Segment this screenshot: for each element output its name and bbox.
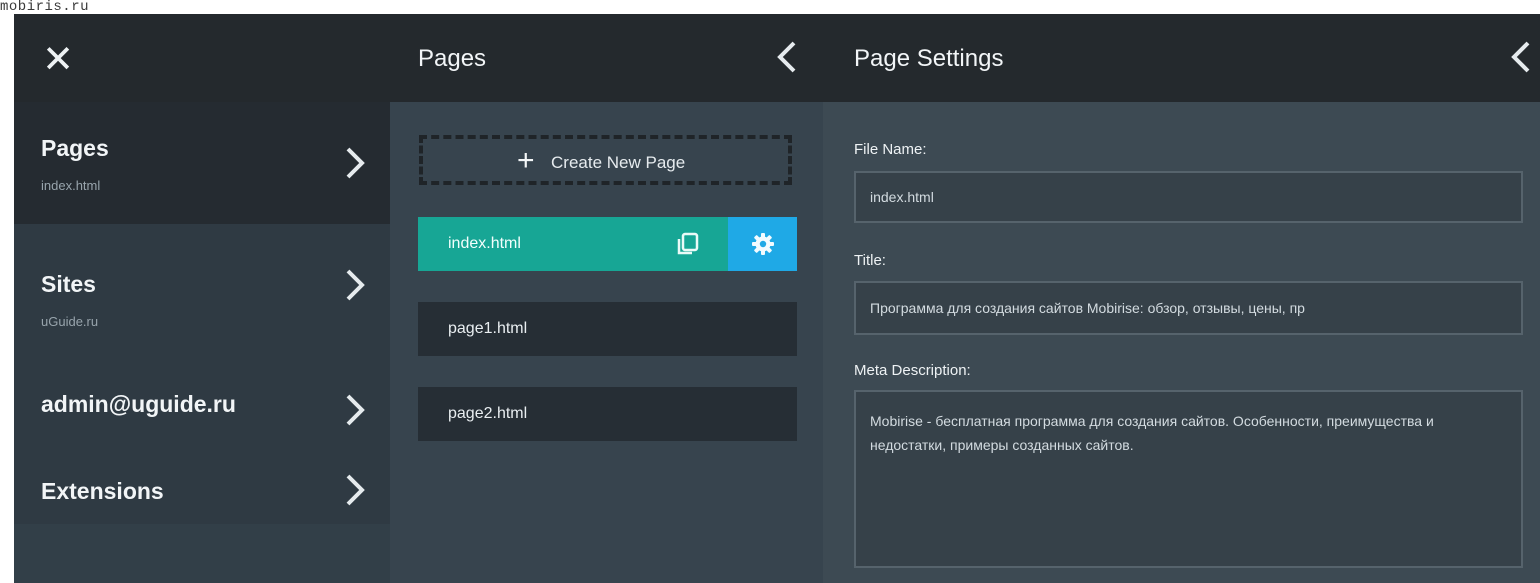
gear-icon (752, 233, 774, 255)
menu-item-sites[interactable]: Sites uGuide.ru (14, 224, 390, 346)
meta-description-field[interactable]: Mobirise - бесплатная программа для созд… (854, 390, 1523, 568)
file-name-label: File Name: (854, 141, 927, 158)
menu-item-subtitle: uGuide.ru (41, 314, 99, 329)
page-item-label: page2.html (448, 405, 528, 422)
chevron-left-icon[interactable] (776, 39, 798, 75)
chevron-left-icon[interactable] (1510, 39, 1532, 75)
menu-item-pages[interactable]: Pages index.html (14, 102, 390, 224)
menu-item-extensions[interactable]: Extensions (14, 456, 390, 524)
page-settings-title: Page Settings (854, 45, 1004, 72)
page-item-page1[interactable]: page1.html (418, 302, 797, 356)
mobirise-sidebar: ✕ Pages index.html Sites uGuide.ru admin… (14, 14, 1540, 583)
page-item-page2[interactable]: page2.html (418, 387, 797, 441)
menu-item-title: Pages (41, 135, 109, 161)
menu-item-title: Sites (41, 271, 96, 297)
menu-item-subtitle: index.html (41, 178, 101, 193)
chevron-right-icon (346, 394, 365, 426)
title-label: Title: (854, 252, 886, 269)
create-new-page-label: Create New Page (551, 153, 686, 172)
copy-icon[interactable] (674, 231, 700, 257)
page-item-label: index.html (448, 235, 521, 252)
menu-item-account[interactable]: admin@uguide.ru (14, 346, 390, 456)
title-field[interactable]: Программа для создания сайтов Mobirise: … (854, 281, 1523, 335)
pages-panel-header: Pages (390, 14, 823, 102)
menu-item-title: Extensions (41, 478, 164, 504)
menu-item-title: admin@uguide.ru (41, 391, 236, 417)
pages-panel-title: Pages (418, 45, 487, 72)
chevron-right-icon (346, 474, 365, 506)
close-icon[interactable]: ✕ (40, 41, 76, 79)
plus-icon: + (517, 144, 535, 177)
page-settings-panel: Page Settings File Name: index.html Titl… (823, 14, 1540, 583)
menu-header: ✕ (14, 14, 390, 102)
file-name-field[interactable]: index.html (854, 171, 1523, 223)
create-new-page-button[interactable]: + Create New Page (419, 135, 792, 185)
main-menu: ✕ Pages index.html Sites uGuide.ru admin… (14, 14, 390, 583)
page-item-index[interactable]: index.html (418, 217, 728, 271)
chevron-right-icon (346, 269, 365, 301)
chevron-right-icon (346, 147, 365, 179)
page-settings-button[interactable] (728, 217, 797, 271)
page-settings-header: Page Settings (823, 14, 1540, 102)
meta-description-label: Meta Description: (854, 362, 971, 379)
watermark: mobiris.ru (0, 0, 94, 14)
pages-panel: Pages + Create New Page index.html page1… (390, 14, 823, 583)
page-item-label: page1.html (448, 320, 528, 337)
